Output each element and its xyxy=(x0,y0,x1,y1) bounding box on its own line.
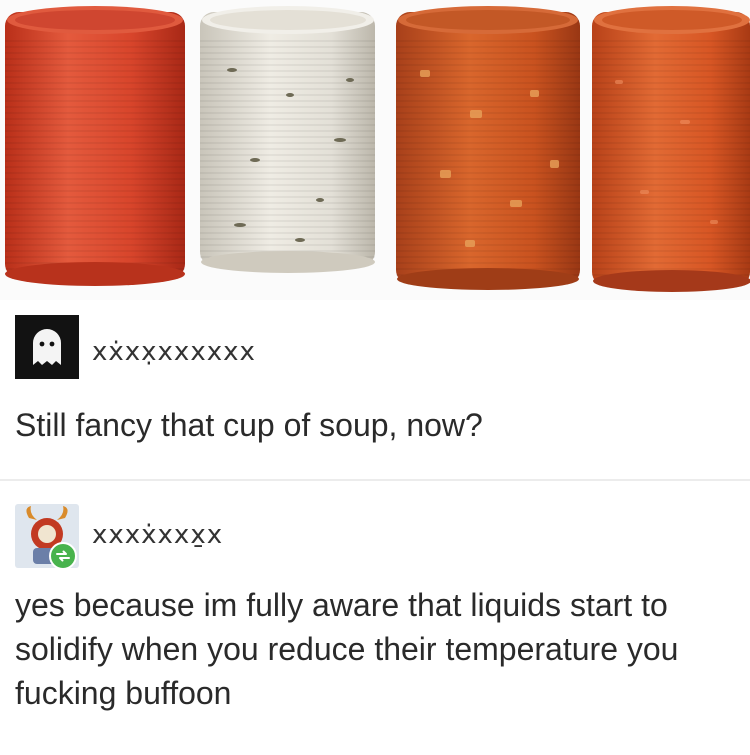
username[interactable]: xẋxx̣xxxxxx xyxy=(92,337,256,367)
cream-soup-cylinder xyxy=(200,6,375,273)
post-divider xyxy=(0,479,750,481)
orange-soup-cylinder xyxy=(592,6,750,292)
tomato-soup-cylinder xyxy=(5,6,185,286)
username[interactable]: xxxẋxxx̱x xyxy=(92,520,223,550)
chunky-soup-cylinder xyxy=(396,6,580,290)
soup-cylinders-illustration xyxy=(5,6,750,292)
post-reply: xxxẋxxx̱x yes because im fully aware tha… xyxy=(0,490,750,755)
post-original: xẋxx̣xxxxxx Still fancy that cup of soup… xyxy=(0,315,750,475)
soup-cylinders-photo xyxy=(0,0,750,300)
ghost-avatar[interactable] xyxy=(15,315,79,379)
post-text: Still fancy that cup of soup, now? xyxy=(15,407,483,443)
post-text: yes because im fully aware that liquids … xyxy=(15,587,679,711)
reblog-icon xyxy=(49,542,77,570)
character-avatar[interactable] xyxy=(15,504,79,570)
ghost-icon xyxy=(15,315,79,379)
